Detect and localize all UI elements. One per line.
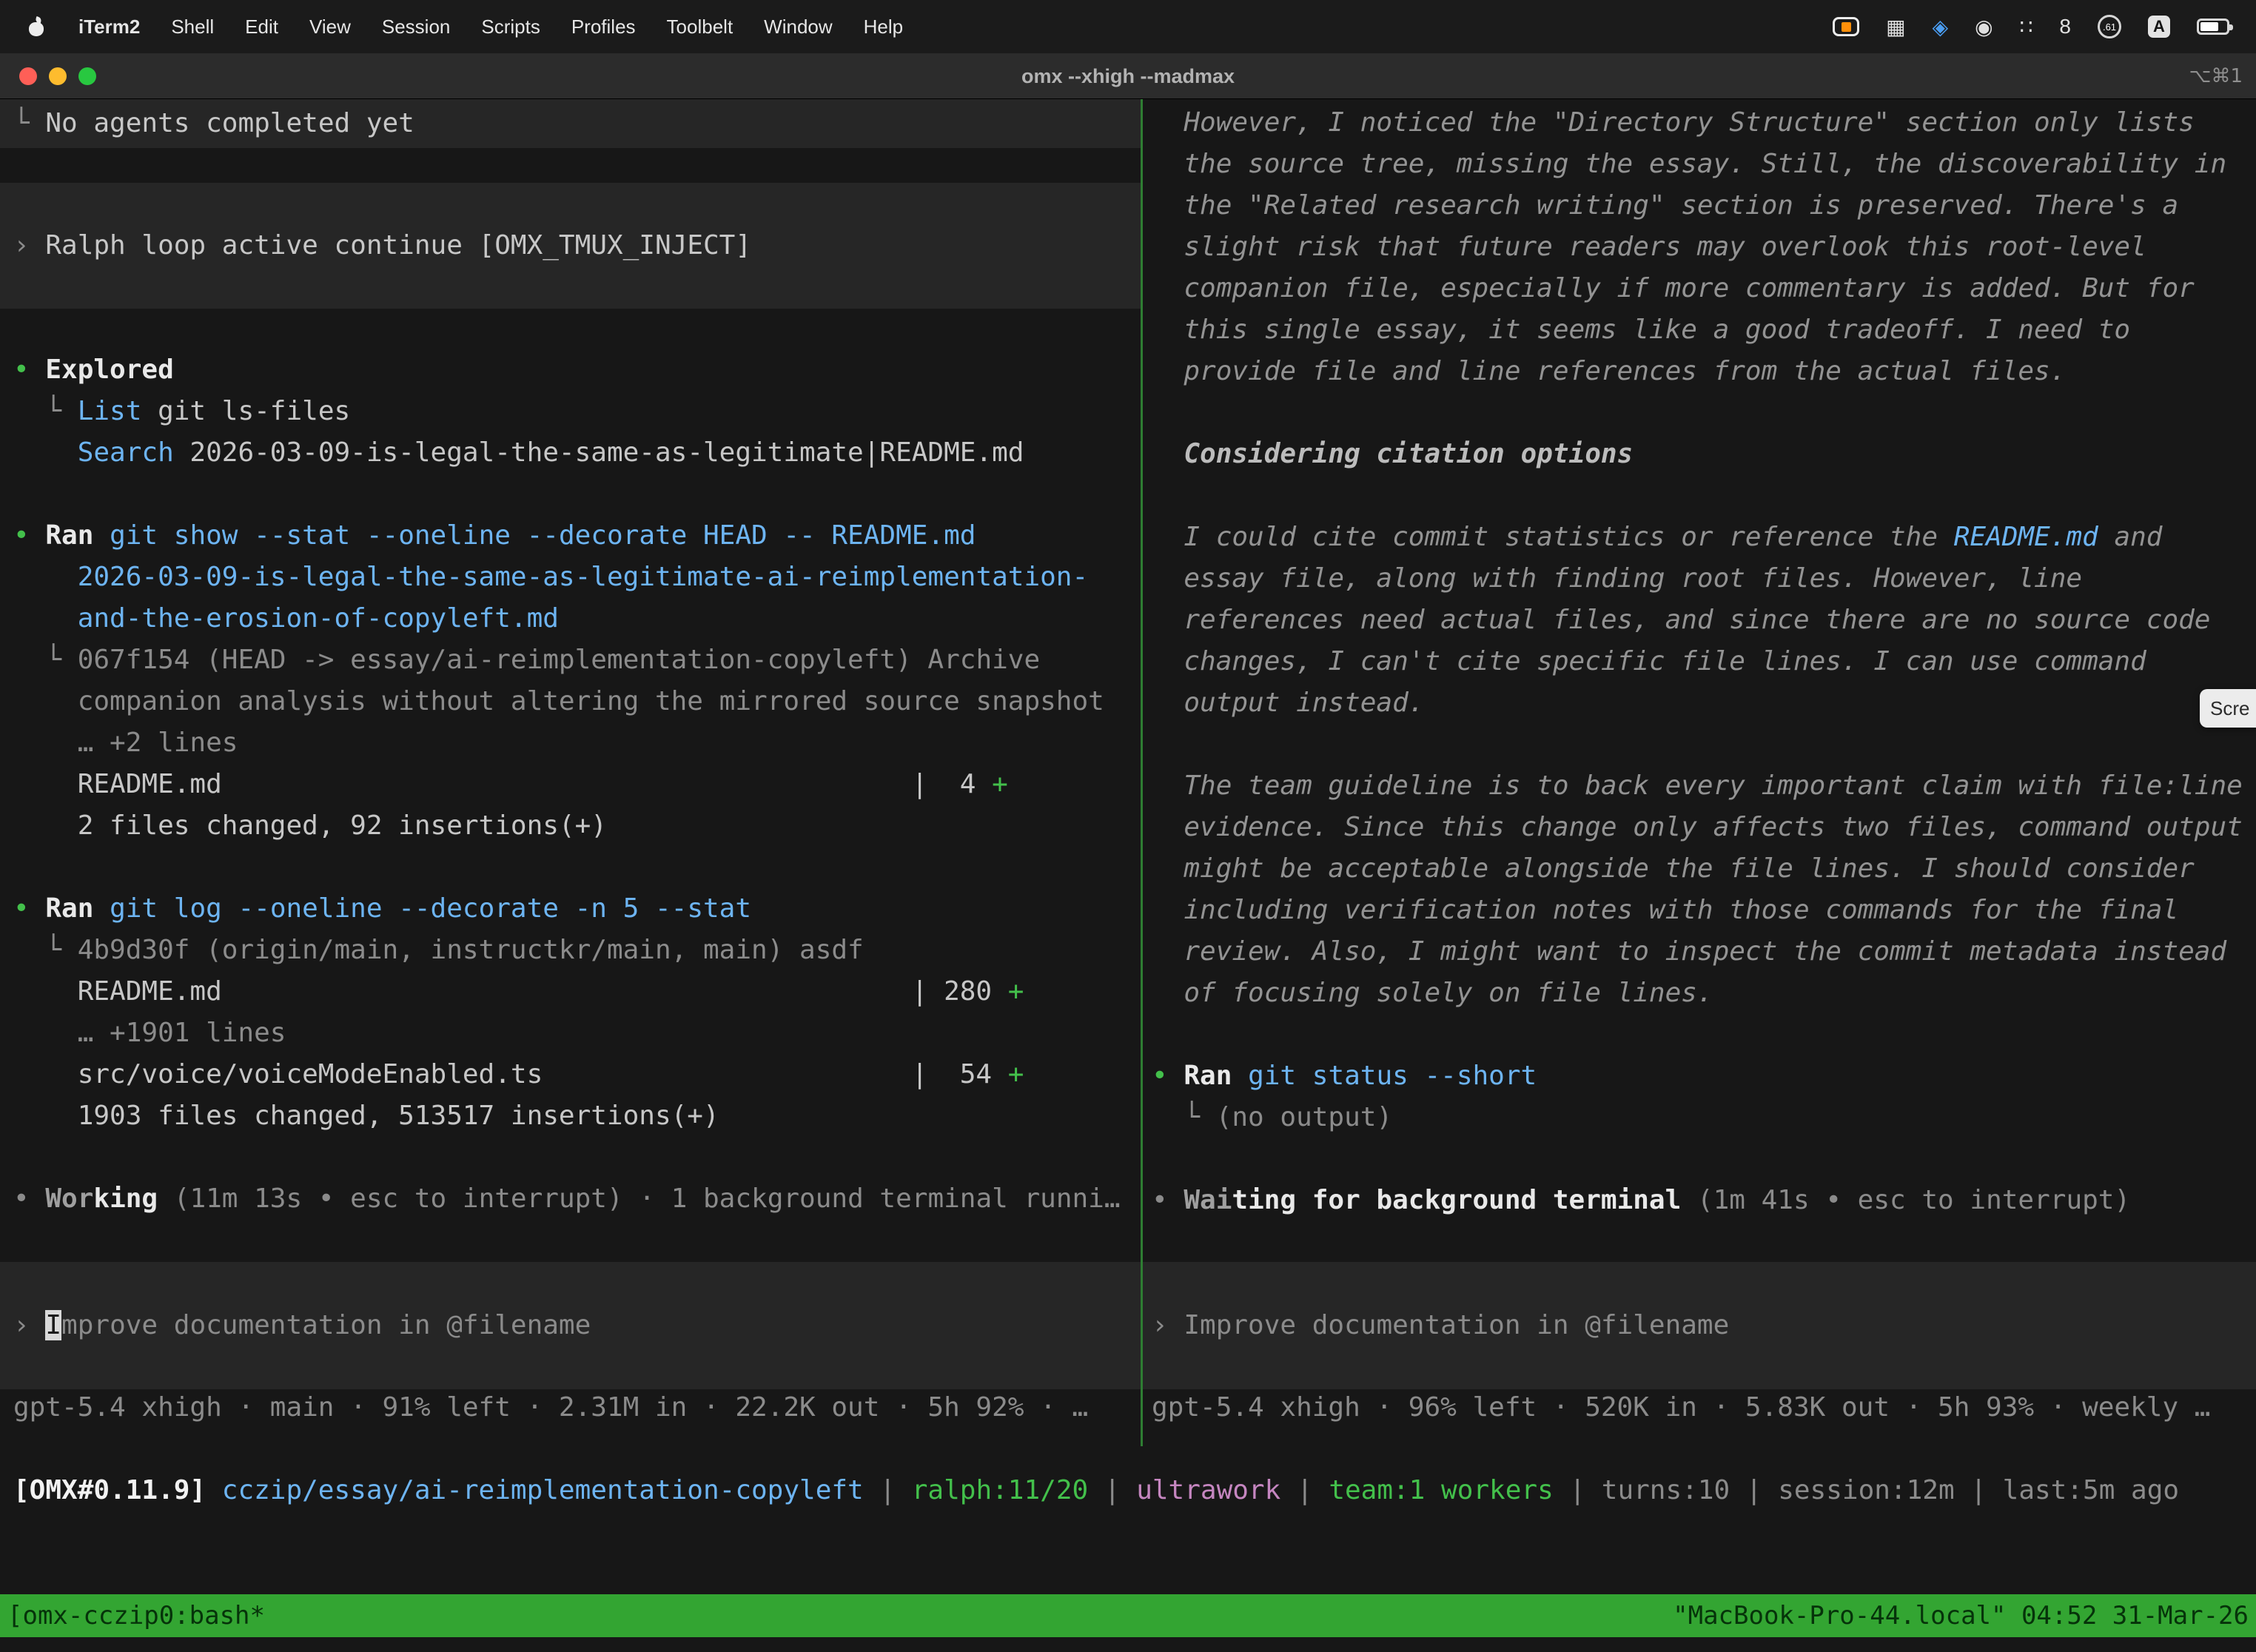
terminal-line: provide file and line references from th… [1152, 351, 2256, 392]
terminal-line: README.md | 280 + [13, 971, 1141, 1013]
apple-menu-icon[interactable] [27, 17, 46, 36]
terminal-line [1152, 475, 2256, 517]
tmux-status-bar: [omx-cczip0:bash* "MacBook-Pro-44.local"… [0, 1594, 2256, 1637]
terminal-line: The team guideline is to back every impo… [1152, 765, 2256, 807]
terminal-line: • Ran git show --stat --oneline --decora… [13, 515, 1141, 557]
terminal-line: • Waiting for background terminal (1m 41… [1152, 1180, 2256, 1221]
terminal-line: └ 4b9d30f (origin/main, instructkr/main,… [13, 930, 1141, 971]
left-terminal-pane[interactable]: └ No agents completed yet › Ralph loop a… [0, 99, 1141, 1446]
menu-item-help[interactable]: Help [864, 16, 903, 38]
terminal-line: including verification notes with those … [1152, 890, 2256, 931]
terminal-line: └ (no output) [1152, 1097, 2256, 1138]
terminal-line: • Explored [13, 349, 1141, 391]
screen-share-overlay-label: Scre [2210, 697, 2249, 720]
ralph-loop-panel: › Ralph loop active continue [OMX_TMUX_I… [0, 183, 1141, 309]
menu-items: iTerm2 Shell Edit View Session Scripts Profile… [78, 16, 903, 38]
terminal-line: … +2 lines [13, 722, 1141, 764]
left-transcript: • Explored └ List git ls-files Search 20… [0, 349, 1141, 1220]
tmux-host-clock: "MacBook-Pro-44.local" 04:52 31-Mar-26 [1673, 1601, 2249, 1631]
terminal-line: └ 067f154 (HEAD -> essay/ai-reimplementa… [13, 639, 1141, 681]
terminal-line: › Improve documentation in @filename [1152, 1305, 2256, 1346]
menu-item-profiles[interactable]: Profiles [571, 16, 636, 38]
terminal-line [13, 847, 1141, 888]
terminal-line: › Improve documentation in @filename [13, 1305, 1141, 1346]
menu-item-window[interactable]: Window [764, 16, 832, 38]
terminal-line: gpt-5.4 xhigh · 96% left · 520K in · 5.8… [1152, 1387, 2256, 1428]
input-source-icon[interactable]: A [2148, 16, 2170, 38]
menu-item-session[interactable]: Session [382, 16, 451, 38]
terminal-line: the source tree, missing the essay. Stil… [1152, 144, 2256, 185]
terminal-line [1152, 1138, 2256, 1180]
left-composer-input[interactable]: › Improve documentation in @filename [0, 1262, 1141, 1389]
menubar-status-icons: ▦ ◈ ◉ ∷ 8 .61 A [1833, 15, 2229, 39]
left-statusline: gpt-5.4 xhigh · main · 91% left · 2.31M … [0, 1387, 1141, 1428]
agents-status-panel: └ No agents completed yet [0, 99, 1141, 148]
terminal-line: slight risk that future readers may over… [1152, 226, 2256, 268]
screen-share-overlay[interactable]: Scre [2200, 689, 2256, 728]
terminal-line: README.md | 4 + [13, 764, 1141, 805]
terminal-line: evidence. Since this change only affects… [1152, 807, 2256, 848]
terminal-line: • Working (11m 13s • esc to interrupt) ·… [13, 1178, 1141, 1220]
terminal-line: • Ran git log --oneline --decorate -n 5 … [13, 888, 1141, 930]
right-statusline: gpt-5.4 xhigh · 96% left · 520K in · 5.8… [1143, 1387, 2256, 1428]
terminal-line: might be acceptable alongside the file l… [1152, 848, 2256, 890]
terminal-line: of focusing solely on file lines. [1152, 973, 2256, 1014]
terminal-line: src/voice/voiceModeEnabled.ts | 54 + [13, 1054, 1141, 1095]
right-terminal-pane[interactable]: However, I noticed the "Directory Struct… [1143, 99, 2256, 1446]
menu-item-edit[interactable]: Edit [245, 16, 278, 38]
terminal-line: references need actual files, and since … [1152, 600, 2256, 641]
blue-app-icon[interactable]: ◈ [1933, 15, 1949, 39]
terminal-line: However, I noticed the "Directory Struct… [1152, 102, 2256, 144]
menu-item-toolbelt[interactable]: Toolbelt [667, 16, 733, 38]
terminal-line: 2 files changed, 92 insertions(+) [13, 805, 1141, 847]
terminal-line: this single essay, it seems like a good … [1152, 309, 2256, 351]
terminal-line [13, 1137, 1141, 1178]
app-circle-icon[interactable]: ◉ [1975, 15, 1993, 39]
omx-session-statusline: [OMX#0.11.9] cczip/essay/ai-reimplementa… [0, 1470, 2256, 1511]
window-title: omx --xhigh --madmax [0, 53, 2256, 99]
terminal-line: 1903 files changed, 513517 insertions(+) [13, 1095, 1141, 1137]
terminal-line: 2026-03-09-is-legal-the-same-as-legitima… [13, 557, 1141, 598]
tmux-window-shortcut: ⌥⌘1 [2189, 53, 2243, 99]
terminal-line [1152, 392, 2256, 434]
battery-gauge-icon[interactable]: .61 [2098, 15, 2121, 38]
terminal-line [1152, 1014, 2256, 1055]
terminal-line: └ No agents completed yet [13, 103, 1141, 144]
terminal-content: └ No agents completed yet › Ralph loop a… [0, 99, 2256, 1652]
terminal-line: • Ran git status --short [1152, 1055, 2256, 1097]
menu-item-scripts[interactable]: Scripts [481, 16, 540, 38]
terminal-line [13, 474, 1141, 515]
right-composer-input[interactable]: › Improve documentation in @filename [1143, 1262, 2256, 1389]
terminal-line: … +1901 lines [13, 1013, 1141, 1054]
terminal-line: and-the-erosion-of-copyleft.md [13, 598, 1141, 639]
grid-icon[interactable]: ▦ [1886, 15, 1905, 39]
battery-icon[interactable] [2197, 19, 2229, 35]
terminal-line: gpt-5.4 xhigh · main · 91% left · 2.31M … [13, 1387, 1141, 1428]
menu-item-shell[interactable]: Shell [171, 16, 214, 38]
terminal-line [1152, 724, 2256, 765]
terminal-line: review. Also, I might want to inspect th… [1152, 931, 2256, 973]
screen-record-stop-icon[interactable] [1833, 17, 1859, 36]
terminal-line: the "Related research writing" section i… [1152, 185, 2256, 226]
terminal-line: output instead. [1152, 682, 2256, 724]
menu-bar: iTerm2 Shell Edit View Session Scripts Profile… [0, 0, 2256, 53]
window-titlebar: omx --xhigh --madmax ⌥⌘1 [0, 53, 2256, 99]
terminal-line: Considering citation options [1152, 434, 2256, 475]
menu-item-iterm2[interactable]: iTerm2 [78, 16, 140, 38]
terminal-line: essay file, along with finding root file… [1152, 558, 2256, 600]
terminal-line: companion analysis without altering the … [13, 681, 1141, 722]
terminal-line: companion file, especially if more comme… [1152, 268, 2256, 309]
terminal-line: Search 2026-03-09-is-legal-the-same-as-l… [13, 432, 1141, 474]
right-transcript: However, I noticed the "Directory Struct… [1143, 102, 2256, 1221]
terminal-line: └ List git ls-files [13, 391, 1141, 432]
keyboard-8-icon[interactable]: 8 [2059, 15, 2071, 38]
terminal-line: › Ralph loop active continue [OMX_TMUX_I… [13, 225, 1141, 266]
terminal-line: changes, I can't cite specific file line… [1152, 641, 2256, 682]
menu-item-view[interactable]: View [309, 16, 351, 38]
dots-grid-icon[interactable]: ∷ [2020, 15, 2033, 39]
terminal-line: I could cite commit statistics or refere… [1152, 517, 2256, 558]
tmux-session-label[interactable]: [omx-cczip0:bash* [7, 1601, 265, 1631]
terminal-line: [OMX#0.11.9] cczip/essay/ai-reimplementa… [13, 1470, 2256, 1511]
